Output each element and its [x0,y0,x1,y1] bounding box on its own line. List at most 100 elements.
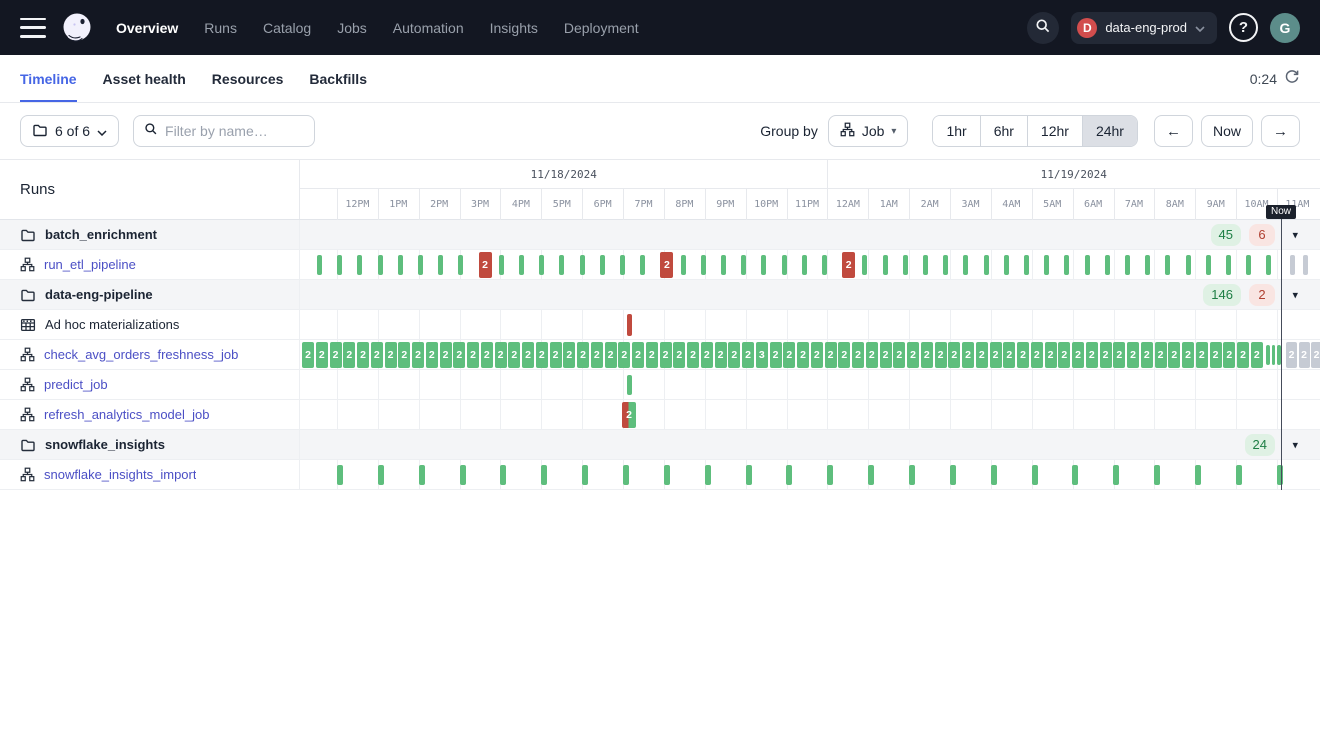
run-bar[interactable] [1266,255,1271,275]
run-bar[interactable] [337,255,342,275]
run-bar[interactable]: 2 [797,342,809,368]
run-bar[interactable] [782,255,787,275]
run-bar[interactable]: 2 [622,402,636,428]
run-bar[interactable] [627,375,632,395]
run-bar[interactable] [1072,465,1078,485]
run-bar[interactable] [786,465,792,485]
run-bar[interactable]: 2 [852,342,864,368]
tab-backfills[interactable]: Backfills [309,55,367,102]
jump-to-now-button[interactable]: Now [1201,115,1253,147]
tab-resources[interactable]: Resources [212,55,284,102]
run-bar[interactable]: 2 [701,342,713,368]
run-bar[interactable] [862,255,867,275]
run-bar[interactable]: 2 [426,342,438,368]
run-bar[interactable] [1236,465,1242,485]
run-bar[interactable]: 2 [880,342,892,368]
run-bar[interactable] [1105,255,1110,275]
run-bar[interactable]: 2 [1286,342,1297,368]
run-bar[interactable]: 2 [1017,342,1029,368]
run-bar[interactable]: 2 [440,342,452,368]
run-bar[interactable] [681,255,686,275]
run-bar[interactable]: 2 [1113,342,1125,368]
help-button[interactable]: ? [1229,13,1258,42]
run-bar[interactable] [623,465,629,485]
run-bar[interactable] [1303,255,1308,275]
run-bar[interactable]: 2 [935,342,947,368]
run-bar[interactable]: 2 [1210,342,1222,368]
run-bar[interactable] [802,255,807,275]
run-bar[interactable]: 2 [605,342,617,368]
run-bar[interactable]: 2 [591,342,603,368]
run-bar[interactable] [1085,255,1090,275]
run-bar[interactable]: 2 [481,342,493,368]
run-bar[interactable] [418,255,423,275]
run-bar[interactable] [705,465,711,485]
search-button[interactable] [1027,12,1059,44]
run-bar[interactable]: 2 [412,342,424,368]
run-bar[interactable]: 2 [495,342,507,368]
run-bar[interactable]: 2 [783,342,795,368]
run-bar[interactable]: 2 [1155,342,1167,368]
run-bar[interactable] [460,465,466,485]
run-bar[interactable] [1272,345,1276,365]
nav-item-insights[interactable]: Insights [490,20,538,36]
run-bar[interactable] [963,255,968,275]
run-bar[interactable] [741,255,746,275]
run-bar[interactable] [1266,345,1270,365]
run-bar[interactable] [701,255,706,275]
collapse-caret-icon[interactable]: ▾ [1292,438,1298,451]
run-bar[interactable]: 2 [522,342,534,368]
run-bar[interactable]: 2 [646,342,658,368]
job-name-link[interactable]: snowflake_insights_import [44,467,196,482]
run-bar[interactable] [1064,255,1069,275]
run-bar[interactable]: 2 [687,342,699,368]
dagster-logo-icon[interactable] [60,11,94,45]
nav-item-catalog[interactable]: Catalog [263,20,311,36]
run-bar[interactable]: 2 [1237,342,1249,368]
run-bar[interactable] [1154,465,1160,485]
run-bar[interactable] [1186,255,1191,275]
run-bar[interactable]: 2 [1058,342,1070,368]
run-bar[interactable] [1004,255,1009,275]
run-bar[interactable]: 2 [330,342,342,368]
run-bar[interactable] [500,465,506,485]
run-bar[interactable] [868,465,874,485]
run-bar[interactable]: 2 [811,342,823,368]
run-bar[interactable] [438,255,443,275]
run-bar[interactable]: 2 [673,342,685,368]
repo-filter-dropdown[interactable]: 6 of 6 [20,115,119,147]
run-bar[interactable]: 2 [921,342,933,368]
run-bar[interactable]: 2 [1196,342,1208,368]
run-bar[interactable]: 2 [536,342,548,368]
run-bar[interactable]: 2 [632,342,644,368]
run-bar[interactable] [539,255,544,275]
run-bar[interactable]: 2 [479,252,492,278]
run-bar[interactable] [357,255,362,275]
nav-item-runs[interactable]: Runs [204,20,237,36]
run-bar[interactable] [991,465,997,485]
job-name-link[interactable]: check_avg_orders_freshness_job [44,347,238,362]
run-bar[interactable] [1290,255,1295,275]
range-button-1hr[interactable]: 1hr [933,116,980,146]
run-bar[interactable]: 2 [907,342,919,368]
run-bar[interactable] [1024,255,1029,275]
run-bar[interactable]: 2 [842,252,855,278]
refresh-icon[interactable] [1284,68,1300,89]
range-button-12hr[interactable]: 12hr [1028,116,1083,146]
run-bar[interactable] [822,255,827,275]
run-bar[interactable] [600,255,605,275]
page-left-button[interactable]: ← [1154,115,1193,147]
run-bar[interactable] [1165,255,1170,275]
run-bar[interactable] [909,465,915,485]
run-bar[interactable] [419,465,425,485]
run-bar[interactable]: 2 [1251,342,1263,368]
run-bar[interactable]: 2 [866,342,878,368]
run-bar[interactable]: 2 [1100,342,1112,368]
run-bar[interactable]: 2 [1182,342,1194,368]
nav-item-deployment[interactable]: Deployment [564,20,639,36]
run-bar[interactable]: 2 [1086,342,1098,368]
run-bar[interactable]: 2 [563,342,575,368]
run-bar[interactable] [1032,465,1038,485]
run-bar[interactable]: 2 [508,342,520,368]
run-bar[interactable]: 2 [371,342,383,368]
